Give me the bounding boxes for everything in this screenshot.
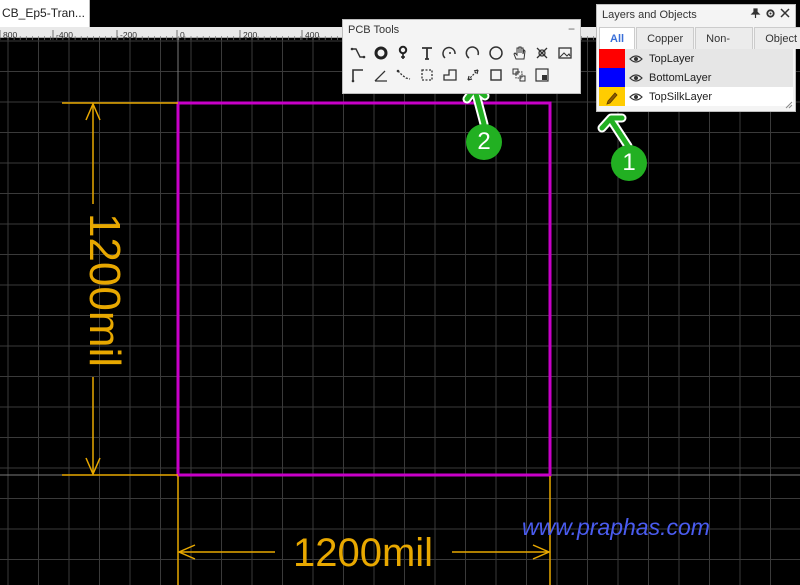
arc-center-icon: [465, 46, 480, 59]
angle-tool-button[interactable]: [370, 64, 392, 86]
annotation-badge-1: 1: [611, 145, 647, 181]
pencil-icon: [606, 92, 618, 105]
tab-copper[interactable]: Copper: [636, 27, 695, 49]
angle-icon: [374, 70, 387, 82]
connect-pad-tool-button[interactable]: [531, 42, 553, 64]
ruler-label: 800: [3, 30, 17, 40]
via-icon: [398, 45, 408, 59]
ruler-label: -400: [56, 30, 73, 40]
dimension-icon: [467, 69, 479, 81]
arc-center-tool-button[interactable]: [462, 42, 484, 64]
ruler-label: 200: [243, 30, 257, 40]
layer-name: BottomLayer: [649, 71, 712, 84]
layer-tabs: All Copper Non-Copper Object: [599, 27, 800, 67]
dimension-lines: [62, 102, 551, 585]
board-outline-tool-button[interactable]: [439, 64, 461, 86]
pan-hand-tool-button[interactable]: [508, 42, 530, 64]
image-icon: [558, 47, 572, 59]
polyline-tool-button[interactable]: [393, 64, 415, 86]
gear-icon[interactable]: [765, 8, 776, 22]
group-tool-button[interactable]: [508, 64, 530, 86]
layer-name: TopSilkLayer: [649, 90, 712, 103]
layout-icon: [535, 68, 549, 82]
dimension-tool-button[interactable]: [462, 64, 484, 86]
pad-tool-button[interactable]: [370, 42, 392, 64]
resize-handle-icon[interactable]: [785, 101, 793, 109]
layer-row-topsilklayer[interactable]: TopSilkLayer: [599, 87, 793, 106]
pin-icon[interactable]: [750, 8, 761, 22]
arc-icon: [442, 46, 456, 59]
group-icon: [512, 68, 526, 82]
layers-panel: Layers and Objects All Copper Non-Copper…: [596, 4, 800, 112]
pcb-tools-header[interactable]: PCB Tools −: [343, 20, 580, 40]
rect-tool-button[interactable]: [485, 64, 507, 86]
layer-color-swatch[interactable]: [599, 87, 625, 106]
tab-object[interactable]: Object: [754, 27, 800, 49]
track-tool-button[interactable]: [347, 42, 369, 64]
tab-all[interactable]: All: [599, 27, 636, 49]
layer-row-toplayer[interactable]: TopLayer: [599, 49, 793, 68]
ruler-label: 0: [180, 30, 185, 40]
layer-color-swatch[interactable]: [599, 68, 625, 87]
track-icon: [350, 47, 366, 59]
eye-icon[interactable]: [629, 92, 645, 102]
pcb-tools-panel: PCB Tools −: [342, 19, 581, 94]
layout-tool-button[interactable]: [531, 64, 553, 86]
corner-tool-button[interactable]: [347, 64, 369, 86]
text-tool-button[interactable]: [416, 42, 438, 64]
arc-tool-button[interactable]: [439, 42, 461, 64]
rect-icon: [490, 69, 502, 81]
polyline-icon: [396, 69, 411, 80]
vertical-dimension-label: 1200mil: [80, 213, 129, 367]
close-icon[interactable]: [780, 8, 790, 22]
watermark: www.praphas.com: [522, 514, 710, 540]
image-tool-button[interactable]: [554, 42, 576, 64]
layer-color-swatch[interactable]: [599, 49, 625, 68]
layers-panel-title: Layers and Objects: [602, 9, 697, 21]
dashed-rect-tool-button[interactable]: [416, 64, 438, 86]
corner-icon: [351, 69, 363, 83]
pad-icon: [374, 46, 388, 60]
horizontal-dimension-label: 1200mil: [293, 531, 433, 575]
text-icon: [422, 47, 432, 60]
circle-tool-button[interactable]: [485, 42, 507, 64]
layer-name: TopLayer: [649, 52, 695, 65]
board-outline-icon: [443, 69, 457, 81]
minimize-button[interactable]: −: [568, 19, 575, 39]
layer-row-bottomlayer[interactable]: BottomLayer: [599, 68, 793, 87]
eye-icon[interactable]: [629, 73, 645, 83]
connect-pad-icon: [536, 47, 548, 59]
document-tab[interactable]: CB_Ep5-Tran...: [0, 0, 90, 27]
pcb-tools-title: PCB Tools: [348, 24, 400, 36]
dashed-rect-icon: [421, 69, 433, 81]
ruler-label: 400: [305, 30, 319, 40]
via-tool-button[interactable]: [393, 42, 415, 64]
tab-non-copper[interactable]: Non-Copper: [695, 27, 754, 67]
tools-grid: [347, 42, 576, 86]
board-outline: [176, 101, 552, 477]
circle-icon: [489, 46, 503, 60]
ruler-label: -200: [120, 30, 137, 40]
document-tab-label: CB_Ep5-Tran...: [2, 6, 85, 20]
annotation-badge-2: 2: [466, 124, 502, 160]
pan-hand-icon: [513, 46, 526, 60]
eye-icon[interactable]: [629, 54, 645, 64]
